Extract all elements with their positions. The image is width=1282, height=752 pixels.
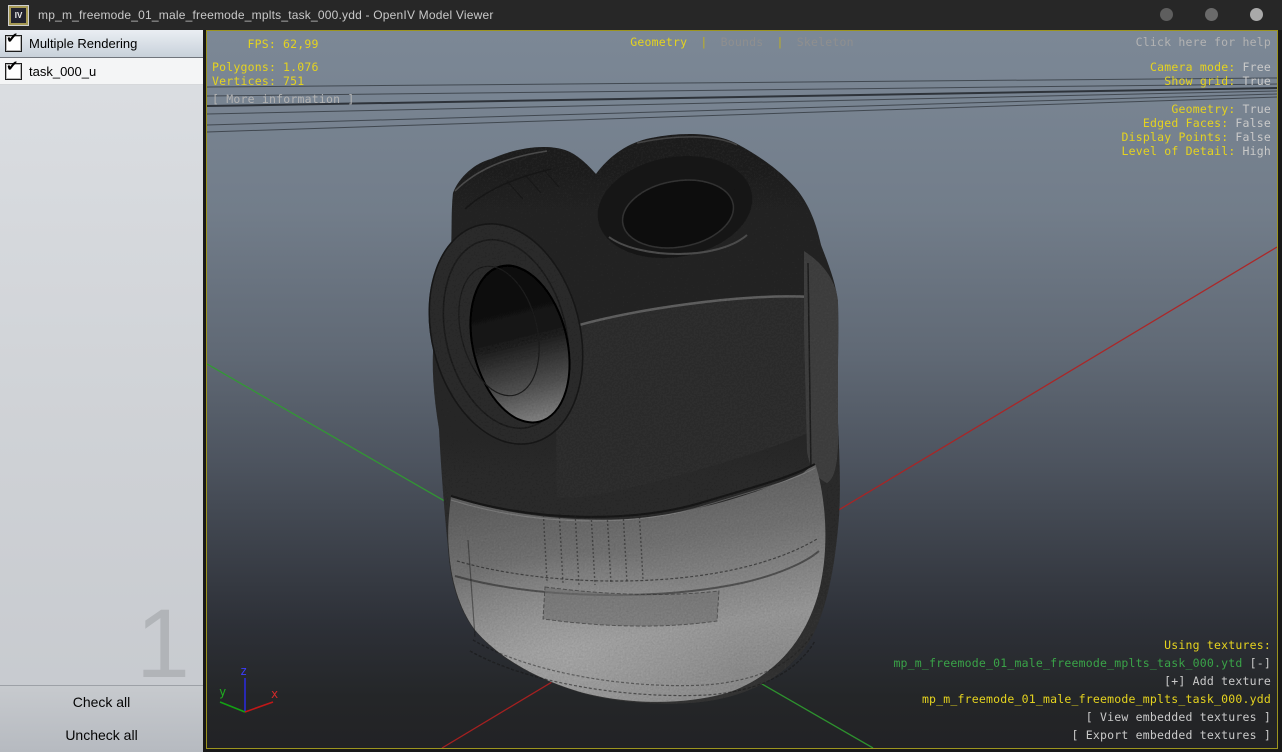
- model-count-watermark: 1: [136, 595, 190, 692]
- 3d-viewport[interactable]: z y x FPS: 62,99 Polygons: 1.076 Vertice…: [206, 30, 1278, 749]
- show-grid-option[interactable]: Show grid:True: [1150, 74, 1271, 88]
- multiple-rendering-row[interactable]: ✔ Multiple Rendering: [0, 30, 203, 58]
- level-of-detail-option[interactable]: Level of Detail:High: [1122, 144, 1271, 158]
- viewer-tabs: Geometry | Bounds | Skeleton: [207, 35, 1277, 49]
- model-item-checkbox[interactable]: ✔: [5, 63, 22, 80]
- multiple-rendering-label: Multiple Rendering: [29, 36, 137, 51]
- more-information-link[interactable]: [ More information ]: [212, 92, 354, 106]
- axis-z-label: z: [240, 664, 247, 678]
- polygons-label: Polygons:: [212, 60, 276, 74]
- using-textures-heading: Using textures:: [893, 636, 1271, 654]
- ytd-texture-row[interactable]: mp_m_freemode_01_male_freemode_mplts_tas…: [893, 654, 1271, 672]
- model-list-sidebar: ✔ Multiple Rendering ✔ task_000_u 1 Chec…: [0, 30, 203, 752]
- multiple-rendering-checkbox[interactable]: ✔: [5, 35, 22, 52]
- title-bar: IV mp_m_freemode_01_male_freemode_mplts_…: [0, 0, 1282, 30]
- axis-gizmo: z y x: [219, 664, 278, 712]
- vertices-value: 751: [283, 74, 304, 88]
- checkmark-icon: ✔: [6, 31, 19, 46]
- checkmark-icon: ✔: [6, 59, 19, 74]
- view-embedded-textures-button[interactable]: [ View embedded textures ]: [893, 708, 1271, 726]
- grid-horizon-lines: [207, 78, 1277, 132]
- polygons-value: 1.076: [283, 60, 319, 74]
- vertices-label: Vertices:: [212, 74, 276, 88]
- model-vest: [407, 134, 840, 704]
- minimize-button[interactable]: [1160, 8, 1173, 21]
- camera-mode-option[interactable]: Camera mode:Free: [1150, 60, 1271, 74]
- axis-x-label: x: [271, 687, 278, 701]
- model-item-label: task_000_u: [29, 64, 96, 79]
- app-icon: IV: [9, 6, 28, 25]
- tab-geometry[interactable]: Geometry: [630, 35, 687, 49]
- close-button[interactable]: [1250, 8, 1263, 21]
- maximize-button[interactable]: [1205, 8, 1218, 21]
- tab-separator: |: [777, 35, 784, 49]
- uncheck-all-button[interactable]: Uncheck all: [0, 719, 203, 752]
- camera-info: Camera mode:Free Show grid:True: [1150, 60, 1271, 88]
- tab-separator: |: [700, 35, 707, 49]
- tab-skeleton[interactable]: Skeleton: [797, 35, 854, 49]
- remove-texture-button[interactable]: [-]: [1250, 656, 1271, 670]
- add-texture-button[interactable]: [+] Add texture: [893, 672, 1271, 690]
- window-title: mp_m_freemode_01_male_freemode_mplts_tas…: [38, 8, 494, 22]
- render-options: Geometry:True Edged Faces:False Display …: [1122, 102, 1271, 158]
- texture-panel: Using textures: mp_m_freemode_01_male_fr…: [893, 636, 1271, 744]
- sidebar-buttons: Check all Uncheck all: [0, 685, 203, 752]
- export-embedded-textures-button[interactable]: [ Export embedded textures ]: [893, 726, 1271, 744]
- ytd-file-link[interactable]: mp_m_freemode_01_male_freemode_mplts_tas…: [893, 656, 1242, 670]
- tab-bounds[interactable]: Bounds: [721, 35, 764, 49]
- openiv-model-viewer-window: IV mp_m_freemode_01_male_freemode_mplts_…: [0, 0, 1282, 752]
- display-points-option[interactable]: Display Points:False: [1122, 130, 1271, 144]
- axis-y-label: y: [219, 685, 226, 699]
- check-all-button[interactable]: Check all: [0, 686, 203, 719]
- geometry-option[interactable]: Geometry:True: [1122, 102, 1271, 116]
- model-item-row[interactable]: ✔ task_000_u: [0, 58, 203, 85]
- edged-faces-option[interactable]: Edged Faces:False: [1122, 116, 1271, 130]
- ydd-file-label: mp_m_freemode_01_male_freemode_mplts_tas…: [893, 690, 1271, 708]
- help-link[interactable]: Click here for help: [1136, 35, 1271, 49]
